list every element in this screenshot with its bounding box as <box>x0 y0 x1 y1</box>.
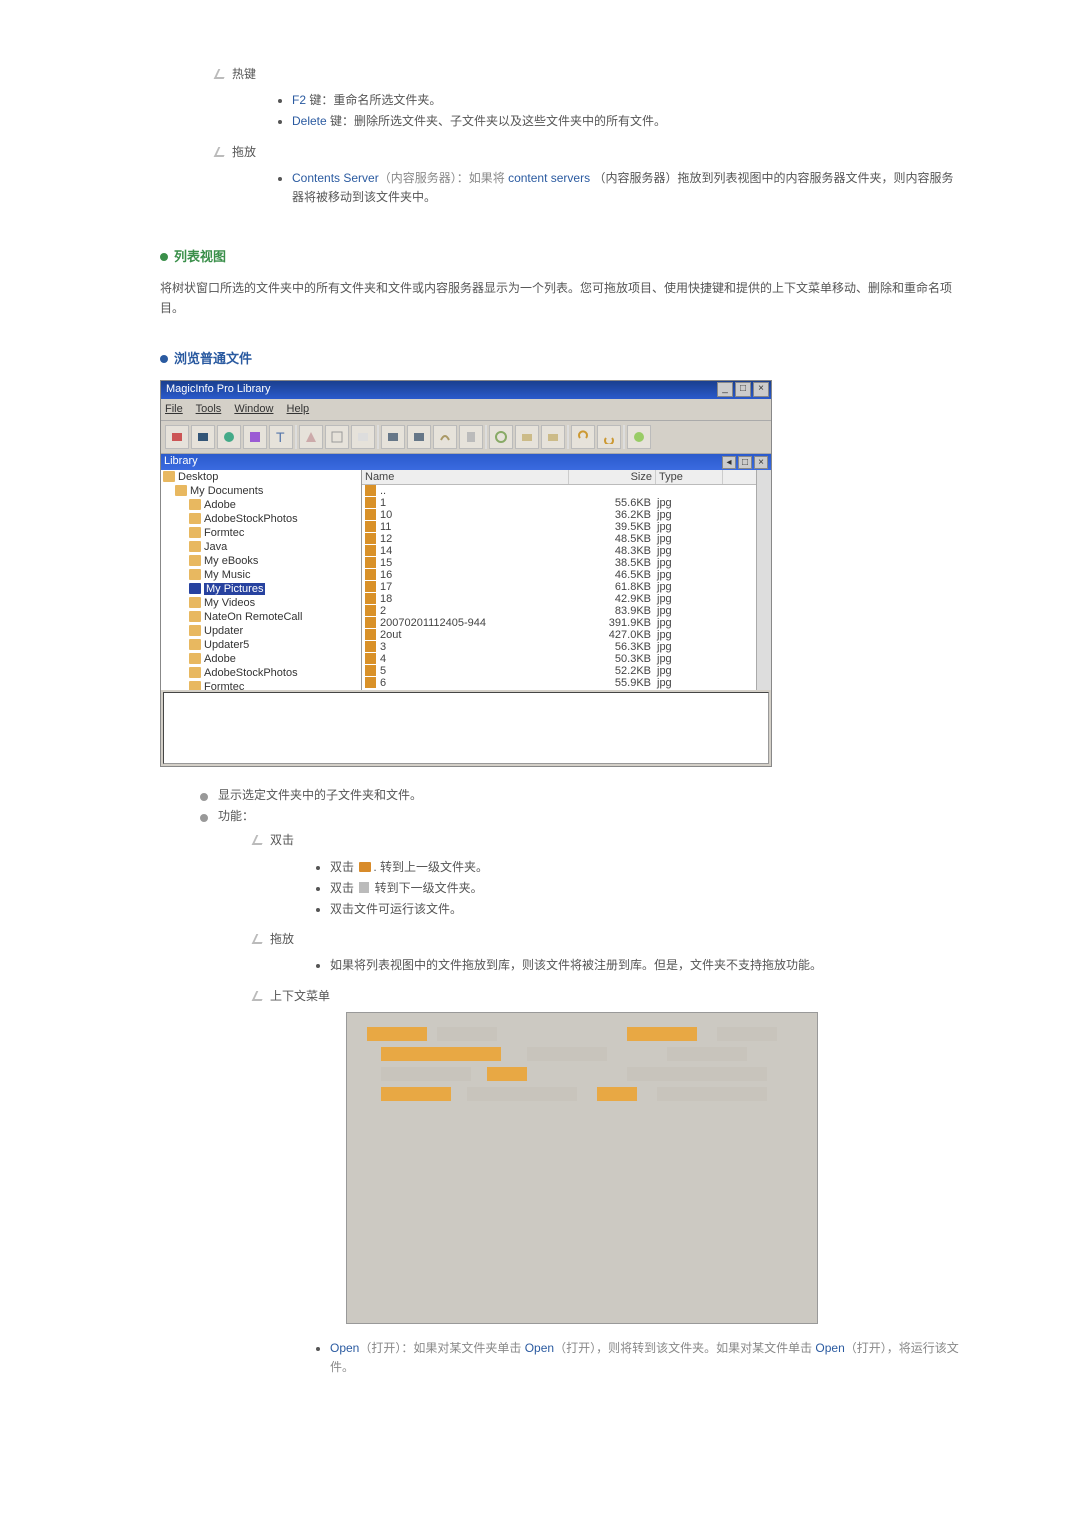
details-pane <box>163 692 769 764</box>
tool-btn[interactable] <box>407 425 431 449</box>
tree-item[interactable]: Updater5 <box>161 638 361 652</box>
tool-btn[interactable]: T <box>269 425 293 449</box>
tree-item[interactable]: My eBooks <box>161 554 361 568</box>
col-size[interactable]: Size <box>569 470 656 484</box>
ctxmenu-label: 上下文菜单 Open（打开）：如果对某文件夹单击 Open（打开），则将转到该文… <box>254 986 960 1388</box>
hotkey-label: 热键 F2 键：重命名所选文件夹。 Delete 键：删除所选文件夹、子文件夹以… <box>216 64 960 142</box>
menu-help[interactable]: Help <box>287 403 310 415</box>
tree-item[interactable]: Desktop <box>161 470 361 484</box>
tool-btn[interactable] <box>191 425 215 449</box>
library-bar: Library ◂ □ × <box>161 454 771 470</box>
tool-btn[interactable] <box>165 425 189 449</box>
maximize-button[interactable]: □ <box>735 382 751 397</box>
tree-item[interactable]: My Pictures <box>161 582 361 596</box>
table-row[interactable]: 1538.5KBjpg <box>362 557 756 569</box>
table-row[interactable]: 283.9KBjpg <box>362 605 756 617</box>
col-name[interactable]: Name <box>362 470 569 484</box>
tree-item[interactable]: Adobe <box>161 652 361 666</box>
title-bar[interactable]: MagicInfo Pro Library _ □ × <box>161 381 771 399</box>
bullet-icon <box>160 355 168 363</box>
table-row[interactable]: 1761.8KBjpg <box>362 581 756 593</box>
table-row[interactable]: 20070201112405-944391.9KBjpg <box>362 617 756 629</box>
table-row[interactable]: 155.6KBjpg <box>362 497 756 509</box>
tree-item[interactable]: AdobeStockPhotos <box>161 666 361 680</box>
dblclick-label: 双击 双击 . 转到上一级文件夹。 双击 转到下一级文件夹。 双击文件可运行该文… <box>254 830 960 929</box>
tool-btn[interactable] <box>433 425 457 449</box>
bullet-icon <box>160 253 168 261</box>
minimize-button[interactable]: _ <box>717 382 733 397</box>
tree-item[interactable]: Formtec <box>161 680 361 690</box>
show-item: 显示选定文件夹中的子文件夹和文件。 <box>200 785 960 806</box>
drag-label: 拖放 Contents Server（内容服务器）：如果将 content se… <box>216 142 960 218</box>
dblclick-down: 双击 转到下一级文件夹。 <box>330 878 960 899</box>
tree-item[interactable]: Updater <box>161 624 361 638</box>
tree-item[interactable]: Formtec <box>161 526 361 540</box>
hotkey-delete: Delete 键：删除所选文件夹、子文件夹以及这些文件夹中的所有文件。 <box>292 111 960 132</box>
table-row[interactable]: 552.2KBjpg <box>362 665 756 677</box>
toolbar: T <box>161 421 771 454</box>
tree-item[interactable]: NateOn RemoteCall <box>161 610 361 624</box>
pane-min-button[interactable]: ◂ <box>722 456 736 469</box>
table-row[interactable]: 655.9KBjpg <box>362 677 756 689</box>
tool-btn[interactable] <box>299 425 323 449</box>
drag-to-lib: 如果将列表视图中的文件拖放到库，则该文件将被注册到库。但是，文件夹不支持拖放功能… <box>330 955 960 976</box>
open-item: Open（打开）：如果对某文件夹单击 Open（打开），则将转到该文件夹。如果对… <box>330 1338 960 1378</box>
listview-heading: 列表视图 <box>160 247 960 268</box>
table-row[interactable]: .. <box>362 485 756 497</box>
tree-item[interactable]: AdobeStockPhotos <box>161 512 361 526</box>
tree-item[interactable]: Java <box>161 540 361 554</box>
library-window: MagicInfo Pro Library _ □ × File Tools W… <box>160 380 772 768</box>
tool-btn[interactable] <box>571 425 595 449</box>
tree-item[interactable]: My Documents <box>161 484 361 498</box>
menu-bar[interactable]: File Tools Window Help <box>161 399 771 422</box>
hotkey-f2: F2 键：重命名所选文件夹。 <box>292 90 960 111</box>
folder-tree[interactable]: DesktopMy DocumentsAdobeAdobeStockPhotos… <box>161 470 362 690</box>
drag-label2: 拖放 如果将列表视图中的文件拖放到库，则该文件将被注册到库。但是，文件夹不支持拖… <box>254 929 960 985</box>
window-title: MagicInfo Pro Library <box>163 381 271 399</box>
scrollbar[interactable] <box>756 470 771 690</box>
close-button[interactable]: × <box>753 382 769 397</box>
drag-contents-server: Contents Server（内容服务器）：如果将 content serve… <box>292 168 960 208</box>
tool-btn[interactable] <box>351 425 375 449</box>
table-row[interactable]: 2out427.0KBjpg <box>362 629 756 641</box>
table-row[interactable]: 1448.3KBjpg <box>362 545 756 557</box>
tool-btn[interactable] <box>515 425 539 449</box>
dblclick-up: 双击 . 转到上一级文件夹。 <box>330 857 960 878</box>
context-menu-image <box>346 1012 818 1324</box>
browse-heading: 浏览普通文件 <box>160 349 960 370</box>
tool-btn[interactable] <box>489 425 513 449</box>
tool-btn[interactable] <box>627 425 651 449</box>
tree-item[interactable]: Adobe <box>161 498 361 512</box>
folder-icon <box>359 882 369 893</box>
file-list[interactable]: Name Size Type ..155.6KBjpg1036.2KBjpg11… <box>362 470 756 690</box>
tree-item[interactable]: My Music <box>161 568 361 582</box>
table-row[interactable]: 356.3KBjpg <box>362 641 756 653</box>
svg-text:T: T <box>276 430 285 444</box>
menu-file[interactable]: File <box>165 403 183 415</box>
tool-btn[interactable] <box>243 425 267 449</box>
table-row[interactable]: 450.3KBjpg <box>362 653 756 665</box>
dblclick-run: 双击文件可运行该文件。 <box>330 899 960 920</box>
table-row[interactable]: 1842.9KBjpg <box>362 593 756 605</box>
table-row[interactable]: 1248.5KBjpg <box>362 533 756 545</box>
tool-btn[interactable] <box>459 425 483 449</box>
tool-btn[interactable] <box>541 425 565 449</box>
menu-window[interactable]: Window <box>234 403 273 415</box>
tree-item[interactable]: My Videos <box>161 596 361 610</box>
tool-btn[interactable] <box>381 425 405 449</box>
pane-close-button[interactable]: × <box>754 456 768 469</box>
table-row[interactable]: 1646.5KBjpg <box>362 569 756 581</box>
tool-btn[interactable] <box>597 425 621 449</box>
pane-max-button[interactable]: □ <box>738 456 752 469</box>
func-item: 功能： 双击 双击 . 转到上一级文件夹。 双击 转到下一级文件夹。 双击文件可… <box>200 806 960 1398</box>
listview-para: 将树状窗口所选的文件夹中的所有文件夹和文件或内容服务器显示为一个列表。您可拖放项… <box>160 278 960 319</box>
folder-up-icon <box>359 862 371 872</box>
col-type[interactable]: Type <box>656 470 723 484</box>
tool-btn[interactable] <box>325 425 349 449</box>
menu-tools[interactable]: Tools <box>196 403 222 415</box>
table-row[interactable]: 1036.2KBjpg <box>362 509 756 521</box>
tool-btn[interactable] <box>217 425 241 449</box>
table-row[interactable]: 1139.5KBjpg <box>362 521 756 533</box>
